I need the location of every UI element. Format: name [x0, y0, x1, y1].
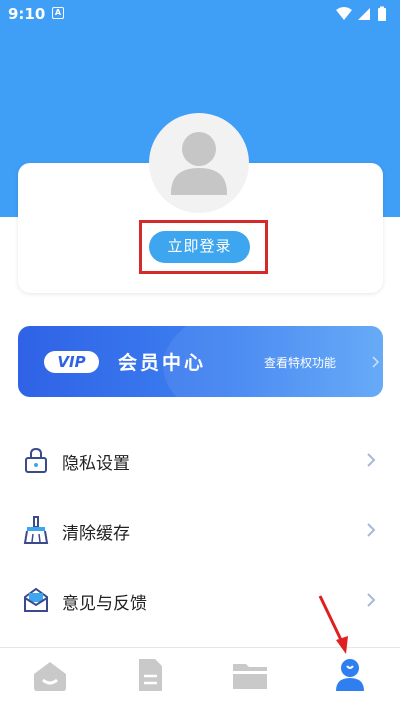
- signal-icon: [358, 8, 370, 20]
- vip-title: 会员中心: [118, 352, 207, 374]
- system-status-icons: [336, 6, 386, 21]
- mail-icon: [24, 587, 48, 612]
- chevron-right-icon: [372, 356, 380, 368]
- status-time: 9:10: [8, 5, 46, 23]
- lock-icon: [25, 447, 47, 473]
- home-icon: [34, 662, 66, 691]
- document-icon: [139, 659, 162, 691]
- vip-badge: VIP: [44, 351, 99, 373]
- folder-icon: [233, 664, 267, 689]
- chevron-right-icon: [367, 523, 376, 537]
- menu-item-privacy-settings[interactable]: 隐私设置: [0, 431, 400, 489]
- status-bar: 9:10 A: [0, 0, 400, 28]
- notification-icon: A: [52, 7, 64, 19]
- annotation-arrow-icon: [318, 595, 348, 654]
- menu-label: 清除缓存: [62, 524, 130, 544]
- nav-home[interactable]: [0, 648, 100, 711]
- chevron-right-icon: [367, 593, 376, 607]
- profile-icon: [336, 659, 364, 691]
- view-privileges-link[interactable]: 查看特权功能: [264, 354, 336, 371]
- menu-label: 意见与反馈: [62, 594, 147, 614]
- menu-item-clear-cache[interactable]: 清除缓存: [0, 501, 400, 559]
- nav-files[interactable]: [200, 648, 300, 711]
- menu-label: 隐私设置: [62, 454, 130, 474]
- avatar[interactable]: [149, 113, 249, 213]
- login-button[interactable]: 立即登录: [149, 231, 250, 263]
- wifi-icon: [336, 7, 352, 20]
- default-avatar-icon: [171, 132, 227, 195]
- broom-icon: [23, 516, 49, 544]
- vip-center-banner[interactable]: VIP 会员中心 查看特权功能: [18, 326, 383, 397]
- nav-documents[interactable]: [100, 648, 200, 711]
- chevron-right-icon: [367, 453, 376, 467]
- battery-icon: [378, 8, 386, 21]
